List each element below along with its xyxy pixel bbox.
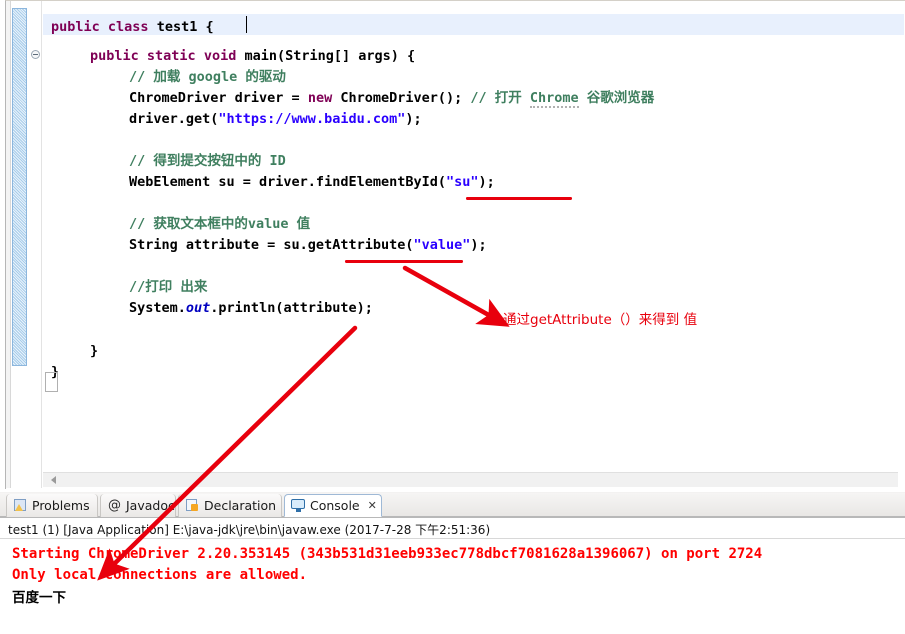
code-token: new — [307, 90, 333, 106]
code-folding-ruler[interactable] — [28, 1, 42, 488]
code-editor-area: public class test1 {public static void m… — [0, 0, 905, 492]
tab-console[interactable]: Console ✕ — [284, 494, 382, 517]
console-output-line: 百度一下 — [12, 590, 66, 606]
annotation-note-text: 通过getAttribute（）来得到 值 — [503, 312, 698, 328]
bottom-view-panel: Problems @ Javadoc Declaration Console ✕ test… — [0, 492, 905, 634]
code-line: // 加载 google 的驱动 — [129, 67, 286, 88]
code-line: System.out.println(attribute); — [129, 298, 373, 319]
change-indicator-bar — [12, 8, 27, 366]
console-launch-description: test1 (1) [Java Application] E:\java-jdk… — [8, 523, 491, 537]
code-token: class — [107, 19, 149, 35]
code-token: // 加载 google 的驱动 — [129, 69, 286, 85]
bracket-match-box — [45, 372, 58, 392]
code-token: .println(attribute); — [210, 300, 373, 316]
code-token: // 获取文本框中的value 值 — [129, 216, 311, 232]
javadoc-icon: @ — [108, 498, 121, 513]
code-text-canvas[interactable]: public class test1 {public static void m… — [43, 1, 904, 471]
code-token: "https://www.baidu.com" — [218, 111, 406, 127]
code-token: //打印 出来 — [129, 279, 208, 295]
scroll-left-arrow-icon[interactable] — [51, 476, 56, 484]
code-token: "su" — [445, 174, 479, 190]
console-header-separator — [0, 538, 905, 539]
code-token: System. — [129, 300, 186, 316]
code-token: driver.get( — [129, 111, 219, 127]
code-token: // 打开 — [470, 90, 530, 106]
code-token: public — [90, 48, 139, 64]
tab-label: Problems — [32, 498, 90, 513]
code-line: public static void main(String[] args) { — [90, 46, 415, 67]
tab-label: Javadoc — [126, 498, 175, 513]
console-output-line: Starting ChromeDriver 2.20.353145 (343b5… — [12, 546, 763, 562]
code-token: ); — [470, 237, 487, 253]
tab-javadoc[interactable]: @ Javadoc — [100, 494, 176, 517]
code-token: void — [203, 48, 237, 64]
tab-label: Declaration — [204, 498, 277, 513]
console-icon — [291, 498, 306, 513]
console-output-line: Only local connections are allowed. — [12, 567, 308, 583]
text-caret — [246, 16, 247, 33]
code-line: } — [90, 341, 98, 362]
code-token: } — [90, 343, 99, 359]
code-token: "value" — [413, 237, 471, 253]
code-token: ChromeDriver driver = — [129, 90, 308, 106]
code-token: ); — [478, 174, 495, 190]
code-token: public — [51, 19, 100, 35]
tab-problems[interactable]: Problems — [6, 494, 98, 517]
code-line: WebElement su = driver.findElementById("… — [129, 172, 495, 193]
code-token: ChromeDriver(); — [332, 90, 471, 106]
view-tab-strip: Problems @ Javadoc Declaration Console ✕ — [0, 493, 905, 517]
code-token: String attribute = su.getAttribute( — [129, 237, 414, 253]
code-token: // 得到提交按钮中的 ID — [129, 153, 286, 169]
code-line: //打印 出来 — [129, 277, 207, 298]
code-line: public class test1 { — [51, 17, 214, 38]
tab-declaration[interactable]: Declaration — [178, 494, 282, 517]
code-token: static — [146, 48, 196, 64]
close-icon[interactable]: ✕ — [368, 499, 377, 512]
code-line: ChromeDriver driver = new ChromeDriver()… — [129, 88, 654, 109]
code-token: WebElement su = driver.findElementById( — [129, 174, 446, 190]
code-token: ); — [405, 111, 422, 127]
code-token: 谷歌浏览器 — [578, 90, 655, 106]
console-output-view[interactable]: test1 (1) [Java Application] E:\java-jdk… — [0, 517, 905, 634]
eclipse-ide-window: public class test1 {public static void m… — [0, 0, 905, 634]
problems-icon — [13, 498, 28, 513]
editor-horizontal-scrollbar[interactable] — [43, 472, 898, 487]
code-line: // 获取文本框中的value 值 — [129, 214, 310, 235]
code-line: String attribute = su.getAttribute("valu… — [129, 235, 487, 256]
fold-collapse-icon[interactable] — [31, 50, 40, 59]
tab-label: Console — [310, 498, 360, 513]
code-token: main(String[] args) { — [236, 48, 416, 64]
code-line: driver.get("https://www.baidu.com"); — [129, 109, 422, 130]
code-token: out — [185, 300, 211, 316]
declaration-icon — [185, 498, 200, 513]
code-token: Chrome — [529, 90, 579, 108]
code-token: test1 { — [148, 19, 214, 35]
code-line: // 得到提交按钮中的 ID — [129, 151, 286, 172]
annotation-marker-bar[interactable] — [6, 1, 11, 488]
